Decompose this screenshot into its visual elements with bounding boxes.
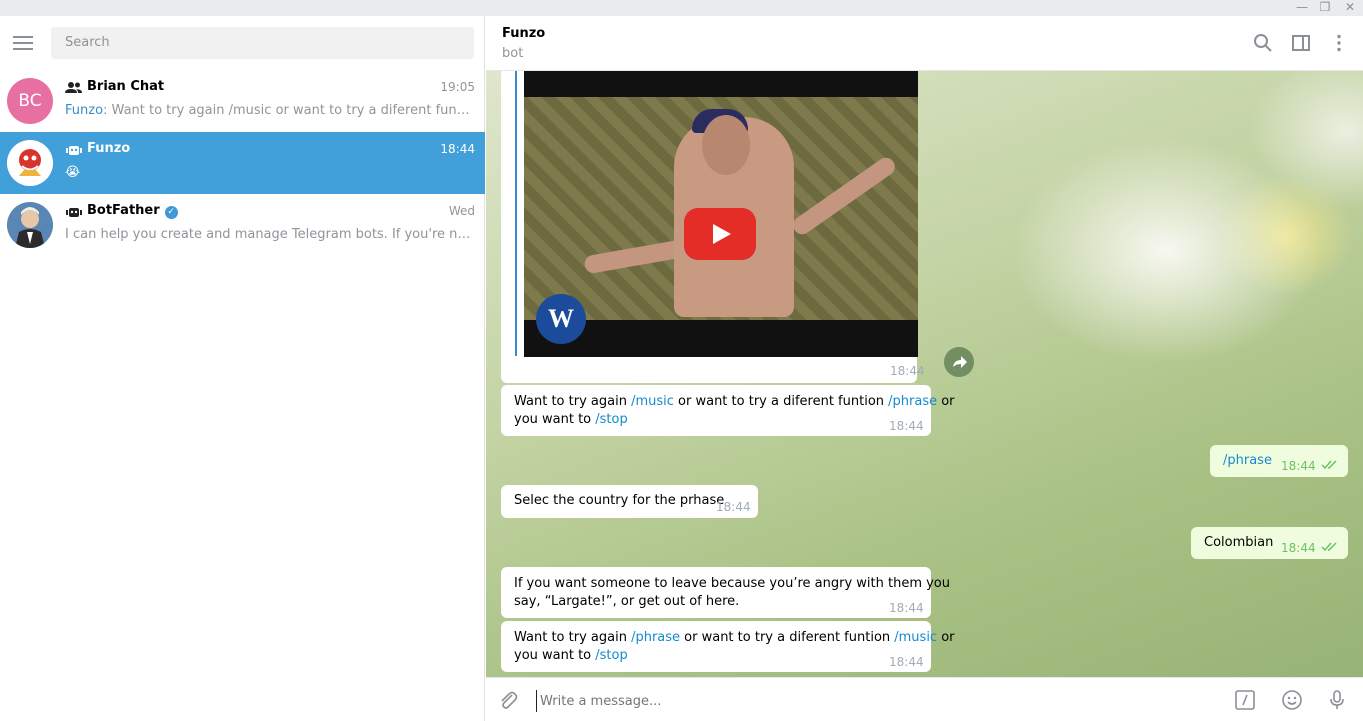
bot-commands-icon[interactable] [1234, 689, 1256, 711]
bot-icon [66, 146, 82, 155]
more-options-icon[interactable] [1329, 33, 1349, 53]
close-icon[interactable]: ✕ [1341, 0, 1359, 16]
chat-name: BotFather ✓ [87, 203, 178, 219]
chat-item-botfather[interactable]: BotFather ✓ Wed I can help you create and… [0, 194, 485, 256]
command-link[interactable]: /phrase [888, 394, 937, 409]
avatar [7, 202, 53, 248]
message-bubble-outgoing: /phrase 18:44 [1210, 445, 1348, 477]
chat-time: Wed [448, 204, 475, 218]
group-icon [65, 82, 82, 93]
message-video: W 18:44 [501, 71, 925, 383]
chat-name: Funzo [87, 141, 131, 156]
message-text: /phrase [1223, 452, 1272, 470]
chat-item-brian-chat[interactable]: BC Brian Chat 19:05 Funzo: Want to try a… [0, 70, 485, 132]
command-link[interactable]: /stop [595, 648, 627, 663]
emoji-icon[interactable] [1281, 689, 1303, 711]
hamburger-menu-icon[interactable] [13, 36, 35, 52]
message-bubble-incoming: Want to try again /phrase or want to try… [501, 621, 955, 672]
sidebar: Search BC Brian Chat 19:05 Funzo: Want t… [0, 16, 485, 721]
bot-icon [66, 208, 82, 217]
message-time: 18:44 [889, 655, 924, 669]
attach-icon[interactable] [497, 689, 519, 711]
composer [486, 677, 1363, 721]
message-time: 18:44 [890, 364, 925, 378]
conversation-panel: Funzo bot W 18:44 Want to try again /mus… [486, 16, 1363, 721]
sidebar-toggle-icon[interactable] [1291, 33, 1311, 53]
message-time: 18:44 [889, 419, 924, 433]
message-time: 18:44 [1281, 459, 1316, 473]
video-preview[interactable]: W [524, 71, 918, 357]
window-titlebar: — ❐ ✕ [0, 0, 1363, 16]
command-link[interactable]: /music [894, 630, 937, 645]
warner-logo-icon: W [536, 294, 586, 344]
forward-icon[interactable] [944, 347, 974, 377]
chat-item-funzo[interactable]: Funzo 18:44 😭 [0, 132, 485, 194]
message-bubble-incoming: If you want someone to leave because you… [501, 567, 950, 618]
restore-icon[interactable]: ❐ [1316, 0, 1334, 16]
message-text: If you want someone to leave because you… [514, 576, 950, 609]
command-link[interactable]: /stop [595, 412, 627, 427]
avatar: BC [7, 78, 53, 124]
message-text: Selec the country for the prhase [514, 493, 725, 508]
search-input[interactable]: Search [51, 27, 474, 59]
preview-text: : Want to try again /music or want to tr… [103, 103, 473, 118]
avatar [7, 140, 53, 186]
message-time: 18:44 [889, 601, 924, 615]
chat-name: Brian Chat [87, 79, 165, 94]
message-bubble-outgoing: Colombian 18:44 [1191, 527, 1348, 559]
play-icon[interactable] [684, 208, 756, 260]
chat-header: Funzo bot [486, 16, 1363, 71]
microphone-icon[interactable] [1326, 689, 1348, 711]
chat-preview: 😭 [65, 165, 81, 180]
message-input[interactable] [536, 690, 1216, 712]
message-text: Colombian [1204, 535, 1274, 550]
message-time: 18:44 [716, 500, 751, 514]
command-link[interactable]: /phrase [1223, 453, 1272, 468]
message-list: W 18:44 Want to try again /music or want… [486, 71, 1363, 677]
video-thumbnail: W [524, 97, 918, 344]
chat-time: 18:44 [440, 142, 475, 156]
chat-title[interactable]: Funzo [502, 26, 545, 41]
chat-time: 19:05 [440, 80, 475, 94]
command-link[interactable]: /music [631, 394, 674, 409]
verified-icon: ✓ [164, 206, 178, 219]
minimize-icon[interactable]: — [1293, 0, 1311, 16]
search-icon[interactable] [1253, 33, 1273, 53]
chat-preview: Funzo: Want to try again /music or want … [65, 103, 473, 118]
preview-sender: Funzo [65, 103, 104, 118]
double-check-icon [1321, 460, 1337, 470]
double-check-icon [1321, 542, 1337, 552]
message-bubble-incoming: Want to try again /music or want to try … [501, 385, 955, 436]
message-time: 18:44 [1281, 541, 1316, 555]
message-bubble-incoming: Selec the country for the prhase 18:44 [501, 485, 758, 518]
chat-subtitle: bot [502, 46, 524, 61]
chat-preview: I can help you create and manage Telegra… [65, 227, 473, 242]
chat-name-text: BotFather [87, 203, 160, 218]
command-link[interactable]: /phrase [631, 630, 680, 645]
quote-bar [515, 71, 517, 356]
